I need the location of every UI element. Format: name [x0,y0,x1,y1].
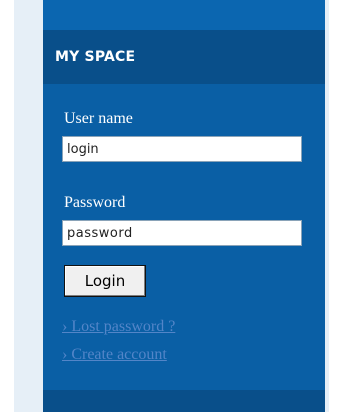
left-margin [0,0,14,412]
lost-password-link[interactable]: › Lost password ? [62,318,175,336]
login-button[interactable]: Login [64,265,146,297]
username-label: User name [64,110,133,127]
my-space-panel: MY SPACE User name Password Login › Lost… [43,0,325,412]
page: MY SPACE User name Password Login › Lost… [0,0,343,412]
panel-title: MY SPACE [55,49,136,65]
panel-footer [43,390,325,412]
right-margin [329,0,343,412]
create-account-link[interactable]: › Create account [62,346,167,364]
panel-top-band [43,0,325,30]
password-label: Password [64,194,126,211]
password-input[interactable] [62,220,302,246]
username-input[interactable] [62,136,302,162]
